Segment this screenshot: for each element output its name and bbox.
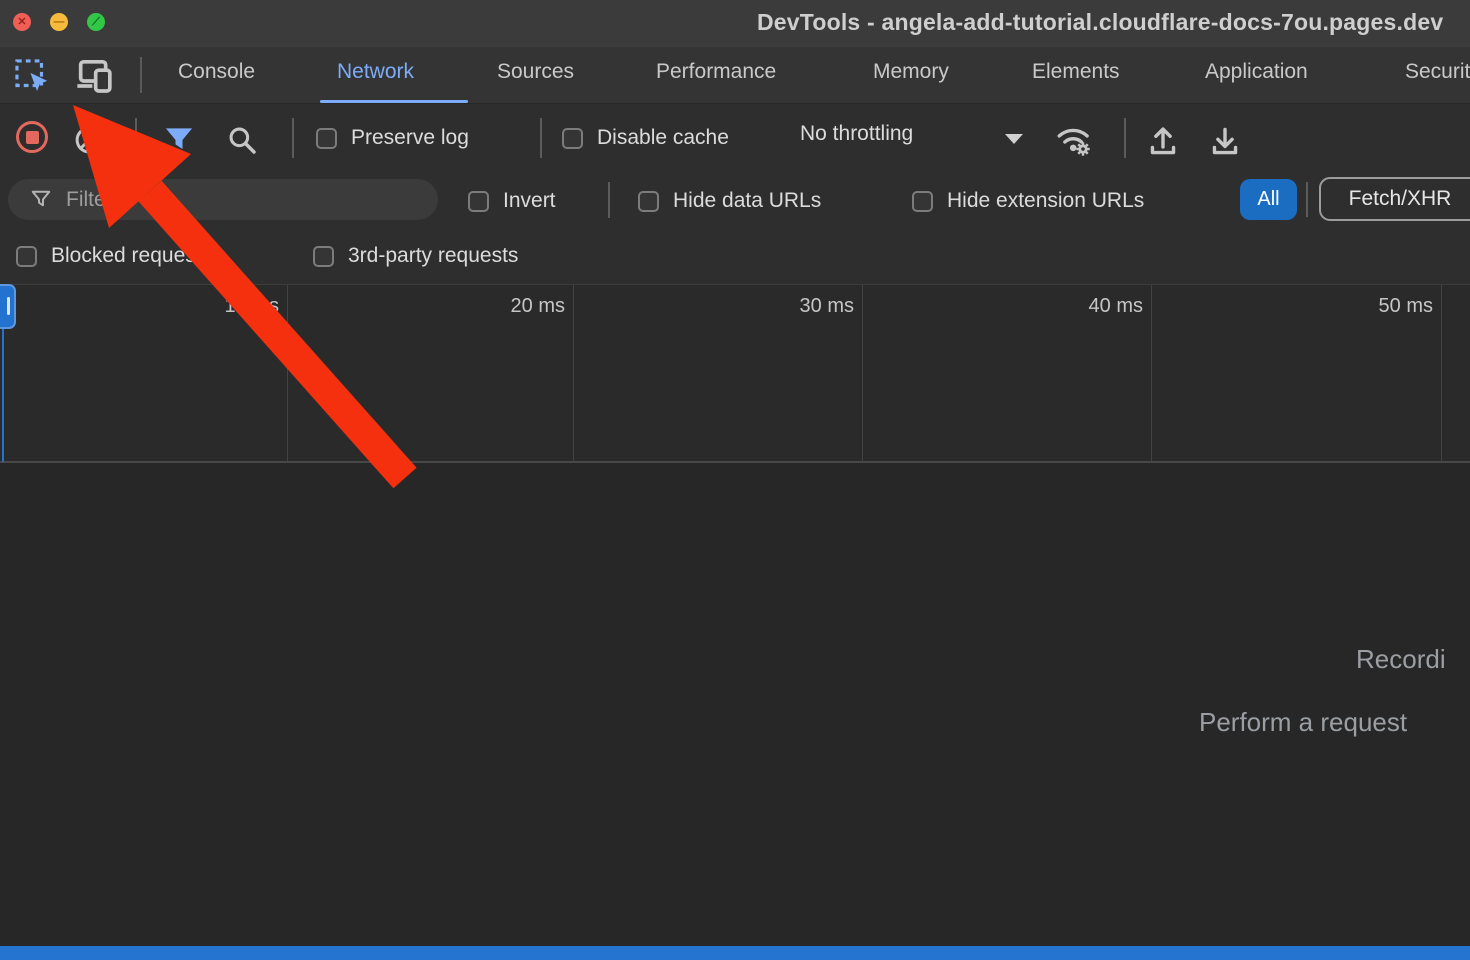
recording-hint-text: Recordi <box>1356 644 1446 675</box>
checkbox-box <box>638 191 659 212</box>
invert-checkbox[interactable]: Invert <box>468 189 556 213</box>
filter-fetch-xhr-button[interactable]: Fetch/XHR <box>1319 177 1470 221</box>
hide-extension-urls-checkbox[interactable]: Hide extension URLs <box>912 189 1144 213</box>
record-button[interactable] <box>16 121 48 153</box>
hide-data-urls-label: Hide data URLs <box>673 189 821 213</box>
hide-data-urls-checkbox[interactable]: Hide data URLs <box>638 189 821 213</box>
filter-input-container <box>8 179 438 220</box>
tick-label: 10 ms <box>225 295 279 318</box>
grid-line <box>862 285 863 462</box>
filter-icon <box>163 125 195 155</box>
preserve-log-label: Preserve log <box>351 126 469 150</box>
checkbox-box <box>313 246 334 267</box>
timeline-drag-handle[interactable] <box>0 284 16 329</box>
clear-button[interactable] <box>74 125 104 155</box>
network-conditions-button[interactable] <box>1054 122 1094 158</box>
network-overview-timeline[interactable]: 10 ms 20 ms 30 ms 40 ms 50 ms <box>0 284 1470 463</box>
preserve-log-checkbox[interactable]: Preserve log <box>316 126 469 150</box>
divider <box>140 57 142 93</box>
filter-all-button[interactable]: All <box>1240 179 1297 220</box>
tick-label: 40 ms <box>1089 295 1143 318</box>
divider <box>1306 182 1308 217</box>
divider <box>135 118 137 158</box>
search-button[interactable] <box>226 124 258 156</box>
title-bar: ✕ — ⟋ DevTools - angela-add-tutorial.clo… <box>0 0 1470 47</box>
network-toolbar: Preserve log Disable cache No throttling <box>0 104 1470 170</box>
active-tab-underline <box>320 100 468 103</box>
divider <box>608 182 610 218</box>
third-party-requests-checkbox[interactable]: 3rd-party requests <box>313 244 518 268</box>
divider <box>540 118 542 158</box>
blocked-requests-label: Blocked requests <box>51 244 212 268</box>
import-har-icon <box>1146 124 1180 158</box>
tab-application[interactable]: Application <box>1205 60 1308 84</box>
checkbox-box <box>468 191 489 212</box>
bottom-accent-bar <box>0 946 1470 960</box>
device-toolbar-button[interactable] <box>74 56 114 96</box>
perform-request-hint-text: Perform a request <box>1199 707 1407 738</box>
clear-icon <box>74 125 104 155</box>
network-conditions-icon <box>1054 122 1094 158</box>
zoom-button[interactable]: ⟋ <box>87 13 105 31</box>
import-har-button[interactable] <box>1146 124 1180 158</box>
filter-row: Invert Hide data URLs Hide extension URL… <box>0 170 1470 229</box>
tab-elements[interactable]: Elements <box>1032 60 1120 84</box>
grid-line <box>1441 285 1442 462</box>
requests-panel-empty: Recordi Perform a request <box>0 463 1470 946</box>
devtools-tab-bar: Console Network Sources Performance Memo… <box>0 47 1470 104</box>
tick-label: 20 ms <box>511 295 565 318</box>
divider <box>292 118 294 158</box>
filter-row-secondary: Blocked requests 3rd-party requests <box>0 229 1470 284</box>
checkbox-box <box>316 128 337 149</box>
tab-network[interactable]: Network <box>337 60 414 84</box>
tab-console[interactable]: Console <box>178 60 255 84</box>
record-icon <box>16 121 48 153</box>
funnel-icon <box>30 189 52 211</box>
tick-label: 30 ms <box>800 295 854 318</box>
chevron-down-icon <box>1005 134 1023 144</box>
inspect-icon <box>13 57 51 95</box>
search-icon <box>226 124 258 156</box>
grid-line <box>573 285 574 462</box>
inspect-button[interactable] <box>12 56 52 96</box>
checkbox-box <box>16 246 37 267</box>
minimize-button[interactable]: — <box>50 13 68 31</box>
export-har-icon <box>1208 124 1242 158</box>
grid-line <box>287 285 288 462</box>
disable-cache-checkbox[interactable]: Disable cache <box>562 126 729 150</box>
filter-input[interactable] <box>66 188 396 212</box>
blocked-requests-checkbox[interactable]: Blocked requests <box>16 244 212 268</box>
tab-memory[interactable]: Memory <box>873 60 949 84</box>
filter-toggle-button[interactable] <box>163 125 195 155</box>
window-title: DevTools - angela-add-tutorial.cloudflar… <box>757 9 1443 36</box>
invert-label: Invert <box>503 189 556 213</box>
export-har-button[interactable] <box>1208 124 1242 158</box>
throttling-select[interactable]: No throttling <box>800 122 913 146</box>
close-button[interactable]: ✕ <box>13 13 31 31</box>
handle-grip <box>7 297 10 315</box>
tick-label: 50 ms <box>1379 295 1433 318</box>
checkbox-box <box>562 128 583 149</box>
third-party-requests-label: 3rd-party requests <box>348 244 518 268</box>
checkbox-box <box>912 191 933 212</box>
tab-sources[interactable]: Sources <box>497 60 574 84</box>
disable-cache-label: Disable cache <box>597 126 729 150</box>
throttling-value: No throttling <box>800 122 913 146</box>
device-toolbar-icon <box>74 56 114 96</box>
tab-security[interactable]: Security <box>1405 60 1470 84</box>
tab-performance[interactable]: Performance <box>656 60 776 84</box>
hide-extension-urls-label: Hide extension URLs <box>947 189 1144 213</box>
devtools-window: ✕ — ⟋ DevTools - angela-add-tutorial.clo… <box>0 0 1470 960</box>
grid-line <box>1151 285 1152 462</box>
divider <box>1124 118 1126 158</box>
